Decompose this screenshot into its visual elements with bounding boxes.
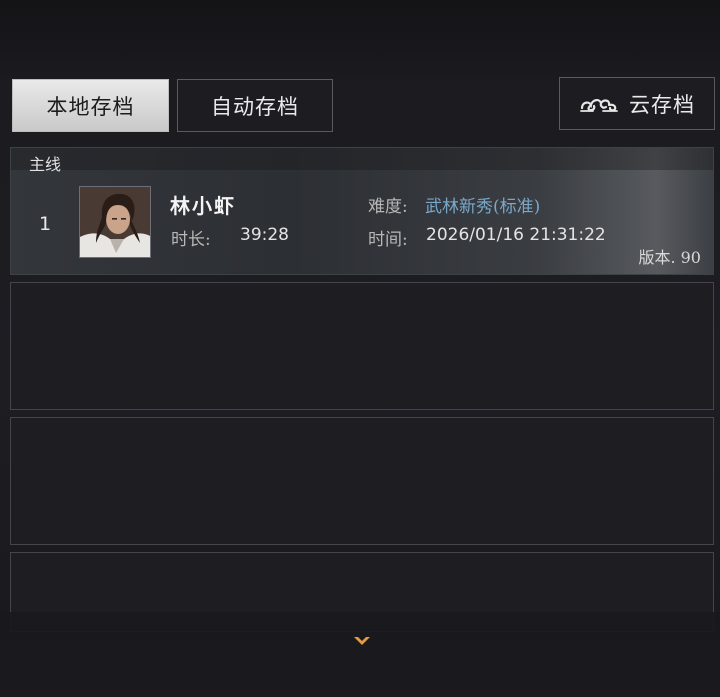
- chevron-down-icon[interactable]: [352, 633, 372, 647]
- difficulty-label: 难度:: [368, 197, 408, 217]
- save-slot-empty[interactable]: [10, 417, 714, 545]
- tab-cloud-saves[interactable]: 云存档: [559, 77, 715, 130]
- slot-category-label: 主线: [29, 155, 62, 174]
- tab-auto-saves[interactable]: 自动存档: [177, 79, 333, 132]
- version-label: 版本. 90: [638, 248, 701, 267]
- save-time-value: 2026/01/16 21:31:22: [426, 225, 606, 245]
- save-slot-1[interactable]: 主线 1 林小虾 时长: 39:28 难度: 武林新秀(标准) 时间: 2026…: [10, 147, 714, 275]
- tab-auto-label: 自动存档: [211, 94, 299, 119]
- tab-local-label: 本地存档: [46, 94, 135, 119]
- tab-cloud-label: 云存档: [629, 92, 695, 117]
- save-load-screen: 本地存档 自动存档 云存档 主线 1 林小虾 时长: 39:28 难度: 武林新…: [0, 0, 720, 697]
- save-time-label: 时间:: [368, 230, 408, 250]
- character-portrait: [79, 186, 151, 258]
- slot-index: 1: [39, 213, 52, 235]
- difficulty-value: 武林新秀(标准): [425, 197, 541, 217]
- duration-label: 时长:: [171, 230, 211, 250]
- character-name: 林小虾: [170, 194, 236, 218]
- list-bottom-fade: [0, 612, 720, 697]
- auspicious-cloud-icon: [579, 93, 619, 115]
- tab-local-saves[interactable]: 本地存档: [12, 79, 169, 132]
- save-slot-empty[interactable]: [10, 282, 714, 410]
- slot-category-strip: [11, 148, 713, 170]
- duration-value: 39:28: [240, 225, 289, 245]
